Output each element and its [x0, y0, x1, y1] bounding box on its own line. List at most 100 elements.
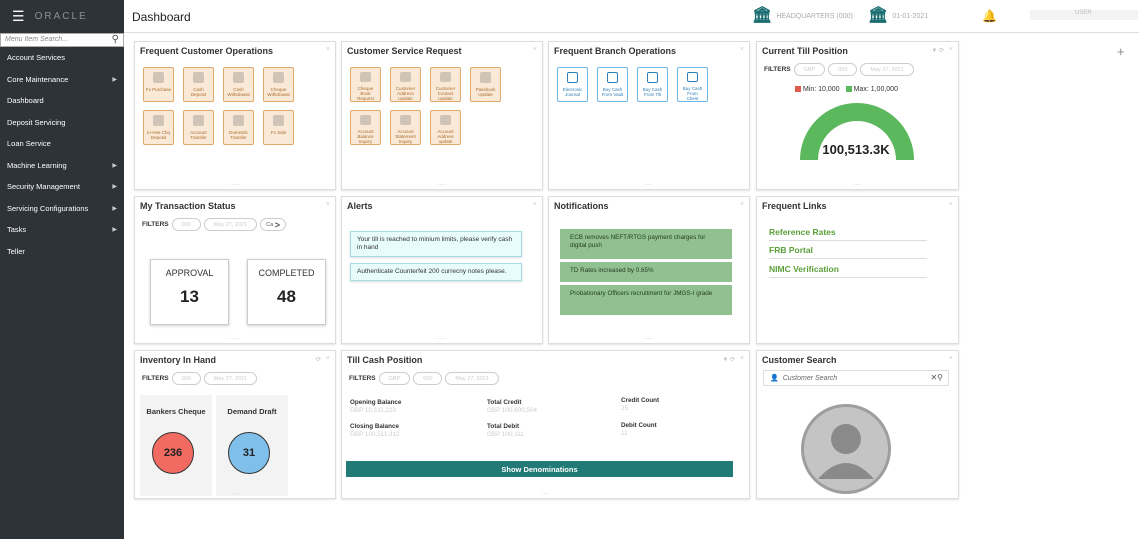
- show-denominations-button[interactable]: Show Denominations: [346, 461, 733, 477]
- close-icon[interactable]: ×: [533, 201, 537, 208]
- operation-tile[interactable]: Cheque Withdrawal: [263, 67, 294, 102]
- menu-search-placeholder: Menu Item Search...: [5, 36, 69, 43]
- filter-currency[interactable]: GBP: [793, 63, 826, 76]
- sidebar-item[interactable]: Account Services: [0, 47, 124, 69]
- filter-date[interactable]: May 27, 2021: [203, 372, 258, 385]
- user-icon: 👤: [770, 375, 779, 382]
- notification-item[interactable]: ECB removes NEFT/RTGS payment charges fo…: [560, 229, 732, 259]
- filter-refresh-icons[interactable]: ▼ ⟳: [722, 356, 735, 363]
- sidebar-item[interactable]: Security Management ▶: [0, 176, 124, 198]
- operation-tile[interactable]: Account Balance Inquiry: [350, 110, 381, 145]
- closing-balance-label: Closing Balance: [350, 423, 399, 430]
- sidebar-item[interactable]: Deposit Servicing: [0, 112, 124, 134]
- sidebar-item[interactable]: Core Maintenance ▶: [0, 69, 124, 91]
- demand-draft-card[interactable]: Demand Draft 31: [216, 395, 288, 496]
- notification-item[interactable]: TD Rates increased by 0.65%: [560, 262, 732, 282]
- chevron-right-icon: ▶: [112, 205, 117, 212]
- hamburger-icon[interactable]: ☰: [12, 8, 25, 25]
- operation-tile[interactable]: Account Address update: [430, 110, 461, 145]
- filter-branch[interactable]: 000: [171, 218, 201, 231]
- widget-title: My Transaction Status: [140, 201, 236, 211]
- bankers-cheque-card[interactable]: Bankers Cheque 236: [140, 395, 212, 496]
- operation-tile[interactable]: Electronic Journal: [557, 67, 588, 102]
- search-icon[interactable]: ⚲: [937, 373, 943, 382]
- operation-tile[interactable]: Buy Cash From Chest: [677, 67, 708, 102]
- filter-category[interactable]: Ca >: [260, 218, 286, 231]
- inventory-filters: FILTERS 000 May 27, 2021: [142, 372, 258, 385]
- alert-item[interactable]: Your till is reached to minium limits, p…: [350, 231, 522, 257]
- operation-icon: [567, 72, 578, 83]
- close-icon[interactable]: ×: [949, 355, 953, 362]
- close-icon[interactable]: ×: [740, 201, 744, 208]
- filter-branch[interactable]: 000: [828, 63, 858, 76]
- brand: ☰ ORACLE: [0, 0, 124, 33]
- filter-refresh-icons[interactable]: ▼ ⟳: [931, 47, 944, 54]
- close-icon[interactable]: ×: [326, 355, 330, 362]
- operation-tile[interactable]: Fx Sale: [263, 110, 294, 145]
- sidebar-item[interactable]: Servicing Configurations ▶: [0, 198, 124, 220]
- alert-item[interactable]: Authenticate Counterfeit 200 currecny no…: [350, 263, 522, 281]
- operation-tile[interactable]: Account Transfer: [183, 110, 214, 145]
- notification-item[interactable]: Probationary Officers recruitment for JM…: [560, 285, 732, 315]
- close-icon[interactable]: ×: [949, 201, 953, 208]
- close-icon[interactable]: ×: [533, 46, 537, 53]
- sidebar-item[interactable]: Teller: [0, 241, 124, 263]
- user-menu[interactable]: USER: [1030, 10, 1138, 20]
- sidebar-item[interactable]: Dashboard: [0, 90, 124, 112]
- till-gauge: [800, 103, 914, 161]
- operation-tile[interactable]: In-Hse Chq Deposit: [143, 110, 174, 145]
- total-debit-value: GBP 100,111: [487, 431, 524, 438]
- close-icon[interactable]: ×: [740, 355, 744, 362]
- close-icon[interactable]: ×: [326, 46, 330, 53]
- close-icon[interactable]: ×: [949, 46, 953, 53]
- filter-date[interactable]: May 27, 2021: [445, 372, 499, 385]
- operation-tile[interactable]: Customer Contact Update: [430, 67, 461, 102]
- branch-selector[interactable]: 🏛 HEADQUARTERS (000): [752, 8, 853, 24]
- customer-search-input[interactable]: 👤 Customer Search ✕⚲: [763, 370, 949, 386]
- approval-card[interactable]: APPROVAL 13: [150, 259, 229, 325]
- tile-grid: Fx Purchase Cash Deposit Cash Withdrawal Cheq…: [143, 67, 294, 145]
- close-icon[interactable]: ×: [326, 201, 330, 208]
- operation-tile[interactable]: Cash Deposit: [183, 67, 214, 102]
- operation-label: Inquiry: [398, 139, 413, 144]
- operation-tile[interactable]: Fx Purchase: [143, 67, 174, 102]
- till-value: 100,513.3K: [822, 142, 890, 157]
- filter-date[interactable]: May 27, 2021: [860, 63, 914, 76]
- sidebar-item[interactable]: Loan Service: [0, 133, 124, 155]
- link-nimc-verification[interactable]: NIMC Verification: [769, 264, 927, 278]
- filter-date[interactable]: May 27, 2021: [203, 218, 258, 231]
- filter-branch[interactable]: 000: [171, 372, 201, 385]
- completed-card[interactable]: COMPLETED 48: [247, 259, 326, 325]
- operation-tile[interactable]: Buy Cash From Vault: [597, 67, 628, 102]
- approval-value: 13: [180, 287, 199, 306]
- opening-balance-label: Opening Balance: [350, 399, 402, 406]
- operation-tile[interactable]: Cheque Book Request: [350, 67, 381, 102]
- widget-title: Frequent Links: [762, 201, 827, 211]
- sidebar-item[interactable]: Tasks ▶: [0, 219, 124, 241]
- operation-icon: [273, 115, 284, 126]
- operation-tile[interactable]: Account Statement Inquiry: [390, 110, 421, 145]
- operation-tile[interactable]: Cash Withdrawal: [223, 67, 254, 102]
- date-selector[interactable]: 🏛 01-01-2021: [868, 8, 928, 24]
- bell-icon[interactable]: 🔔: [982, 9, 997, 23]
- operation-label: Update: [438, 96, 453, 101]
- menu-search-input[interactable]: Menu Item Search... ⚲: [0, 33, 124, 47]
- operation-tile[interactable]: Buy Cash From Till: [637, 67, 668, 102]
- search-icon[interactable]: ⚲: [112, 34, 119, 45]
- link-frb-portal[interactable]: FRB Portal: [769, 245, 927, 259]
- filter-currency[interactable]: GBP: [378, 372, 411, 385]
- sidebar-item[interactable]: Machine Learning ▶: [0, 155, 124, 177]
- operation-tile[interactable]: Domestic Transfer: [223, 110, 254, 145]
- link-reference-rates[interactable]: Reference Rates: [769, 227, 927, 241]
- refresh-icon[interactable]: ⟳: [316, 356, 321, 363]
- close-icon[interactable]: ×: [740, 46, 744, 53]
- legend-max-swatch: [845, 86, 852, 93]
- add-widget-icon[interactable]: +: [1117, 44, 1125, 59]
- operation-icon: [607, 72, 618, 83]
- operation-tile[interactable]: Customer Address Update: [390, 67, 421, 102]
- sidebar-item-label: Dashboard: [7, 96, 44, 106]
- closing-balance-value: GBP 100,511,312: [350, 431, 400, 438]
- filter-branch[interactable]: 000: [413, 372, 443, 385]
- chevron-right-icon[interactable]: >: [275, 220, 280, 230]
- operation-tile[interactable]: Passbook Update: [470, 67, 501, 102]
